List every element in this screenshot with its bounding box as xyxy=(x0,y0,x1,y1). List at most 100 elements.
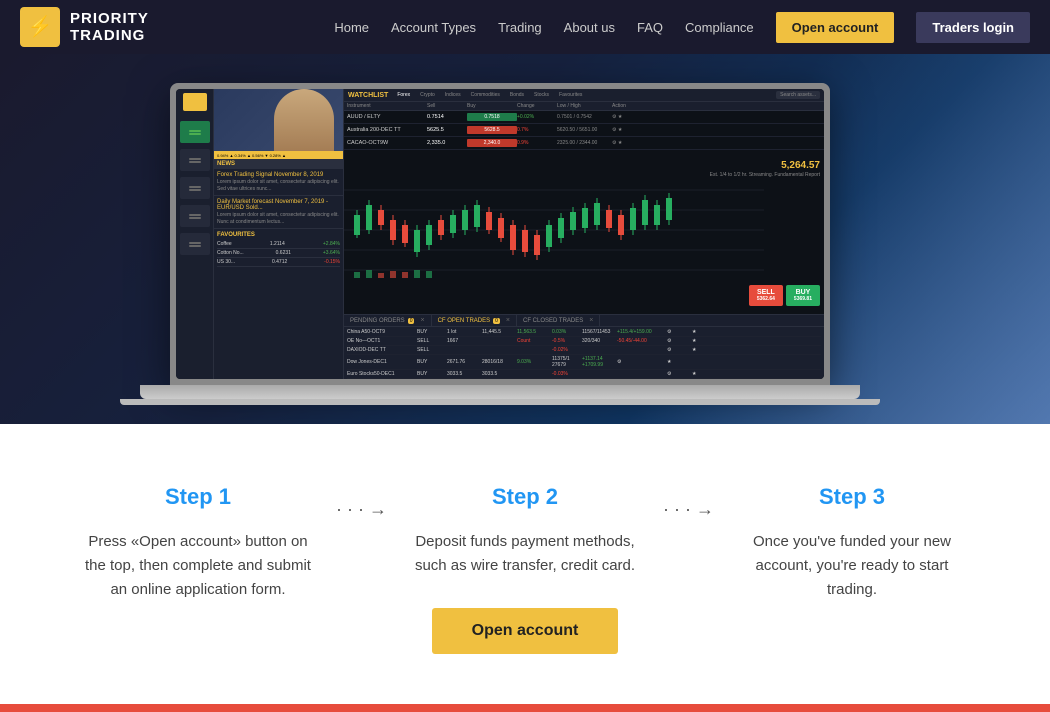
trade-row: China A50-OCT9 BUY 1 lot 11,445.5 11,563… xyxy=(347,328,821,337)
trade-row: Euro Stocks50-DEC1 BUY 3033.5 3033.5 -0.… xyxy=(347,370,821,379)
action-icons[interactable]: ⚙ ★ xyxy=(612,127,642,133)
trade-open: 28016/18 xyxy=(482,359,517,365)
open-trades-tab[interactable]: CF OPEN TRADES 0 × xyxy=(432,315,517,326)
closed-trades-tab[interactable]: CF CLOSED TRADES × xyxy=(517,315,600,326)
nav-account-types[interactable]: Account Types xyxy=(391,20,476,35)
orders-count: 0 xyxy=(408,318,415,324)
pending-orders-tab[interactable]: PENDING ORDERS 0 × xyxy=(344,315,432,326)
watchlist-search[interactable]: Search assets... xyxy=(776,91,820,99)
sell-price: 0.7514 xyxy=(427,114,467,120)
favorite-row: US 30... 0.4712 -0.15% xyxy=(217,258,340,267)
action-icons[interactable]: ⚙ ★ xyxy=(612,114,642,120)
watchlist-tabs: Forex Crypto Indices Commodities Bonds S… xyxy=(394,91,585,99)
step3-title: Step 3 xyxy=(734,484,970,510)
sidebar-dot xyxy=(189,217,201,219)
action-icons[interactable]: ⚙ ★ xyxy=(612,140,642,146)
trade-instrument: OE No—OCT1 xyxy=(347,338,417,344)
trade-type: BUY xyxy=(417,371,447,377)
sidebar-news[interactable] xyxy=(180,149,210,171)
arrow-icon-2: · · · → xyxy=(663,499,714,520)
trade-star-icon[interactable]: ★ xyxy=(692,347,717,353)
logo-area: ⚡ PRIORITY TRADING xyxy=(20,7,149,47)
trade-qty: 1 lot xyxy=(447,329,482,335)
trade-instrument: DAXIOD-DEC TT xyxy=(347,347,417,353)
trade-pnl: -0.02% xyxy=(552,347,582,353)
current-price: 5,264.57 xyxy=(781,160,820,171)
tab-favourites[interactable]: Favourites xyxy=(556,91,585,99)
logo-icon: ⚡ xyxy=(20,7,60,47)
arrow-2: · · · → xyxy=(663,484,714,580)
nav-home[interactable]: Home xyxy=(334,20,369,35)
buy-button[interactable]: BUY 5369.81 xyxy=(786,285,820,306)
tab-bonds[interactable]: Bonds xyxy=(507,91,527,99)
favorite-row: Coffee 1.2114 +2.84% xyxy=(217,240,340,249)
sidebar-dot xyxy=(189,189,201,191)
col-instrument: Instrument xyxy=(347,103,427,109)
sidebar-charts[interactable] xyxy=(180,177,210,199)
trade-qty: 3033.5 xyxy=(447,371,482,377)
close-icon[interactable]: × xyxy=(506,317,510,324)
tab-crypto[interactable]: Crypto xyxy=(417,91,438,99)
trading-platform: 0.94% ▲ 0.34% ▲ 0.56% ▼ 0.28% ▲ NEWS For… xyxy=(176,89,824,379)
nav-compliance[interactable]: Compliance xyxy=(685,20,754,35)
watchlist-row: CACAO-OCT9W 2,335.0 2,340.0 0.9% 2325.00… xyxy=(344,137,824,150)
trade-star-icon[interactable]: ★ xyxy=(692,338,717,344)
trade-close-icon[interactable]: ⚙ xyxy=(667,329,692,335)
watchlist-title: WATCHLIST xyxy=(348,92,388,99)
laptop-base-bottom xyxy=(120,399,880,405)
trades-table: China A50-OCT9 BUY 1 lot 11,445.5 11,563… xyxy=(344,327,824,379)
trades-bottom-panel: PENDING ORDERS 0 × CF OPEN TRADES 0 × xyxy=(344,314,824,379)
low-high: 2325.00 / 2344.00 xyxy=(557,140,612,146)
trade-close-icon[interactable]: ⚙ xyxy=(667,371,692,377)
platform-logo xyxy=(183,93,207,111)
col-lh: Low / High xyxy=(557,103,612,109)
tab-indices[interactable]: Indices xyxy=(442,91,464,99)
trade-star-icon[interactable]: ★ xyxy=(667,359,692,365)
trade-instrument: Euro Stocks50-DEC1 xyxy=(347,371,417,377)
trade-qty: 2671.76 xyxy=(447,359,482,365)
instrument-name: CACAO-OCT9W xyxy=(347,140,427,146)
sidebar-dot xyxy=(189,158,201,160)
trade-close-icon[interactable]: ⚙ xyxy=(617,359,667,365)
fav-name: Coffee xyxy=(217,241,232,247)
news-header-label: NEWS xyxy=(214,159,343,169)
buy-price-badge: 0.7518 xyxy=(467,113,517,121)
tab-commodities[interactable]: Commodities xyxy=(468,91,503,99)
fav-change: -0.15% xyxy=(324,259,340,265)
fav-change: +2.84% xyxy=(323,241,340,247)
buy-price-badge: 5628.5 xyxy=(467,126,517,134)
step-1: Step 1 Press «Open account» button on th… xyxy=(60,484,336,602)
sidebar-dot xyxy=(189,214,201,216)
trade-profit: -50.45/-44.00 xyxy=(617,338,667,344)
trade-close-icon[interactable]: ⚙ xyxy=(667,347,692,353)
tab-forex[interactable]: Forex xyxy=(394,91,413,99)
trade-star-icon[interactable]: ★ xyxy=(692,371,717,377)
traders-login-button[interactable]: Traders login xyxy=(916,12,1030,43)
sidebar-account[interactable] xyxy=(180,233,210,255)
step3-text: Once you've funded your new account, you… xyxy=(734,530,970,602)
open-account-bottom-button[interactable]: Open account xyxy=(432,608,619,654)
sidebar-watchlist[interactable] xyxy=(180,121,210,143)
nav-trading[interactable]: Trading xyxy=(498,20,542,35)
close-icon[interactable]: × xyxy=(420,317,424,324)
trade-pnl: -0.03% xyxy=(552,371,582,377)
trade-close-icon[interactable]: ⚙ xyxy=(667,338,692,344)
fav-value: 0.4712 xyxy=(272,259,287,265)
sell-button[interactable]: SELL 5362.64 xyxy=(749,285,783,306)
open-account-button[interactable]: Open account xyxy=(776,12,895,43)
nav-about[interactable]: About us xyxy=(564,20,615,35)
step-3: Step 3 Once you've funded your new accou… xyxy=(714,484,990,602)
laptop-base xyxy=(140,385,860,399)
sidebar-orders[interactable] xyxy=(180,205,210,227)
step2-text: Deposit funds payment methods, such as w… xyxy=(407,530,643,578)
buy-price-badge: 2,340.0 xyxy=(467,139,517,147)
nav-faq[interactable]: FAQ xyxy=(637,20,663,35)
trade-pnl: 0.03% xyxy=(552,329,582,335)
close-icon[interactable]: × xyxy=(589,317,593,324)
col-change: Change xyxy=(517,103,557,109)
news-item-text: Lorem ipsum dolor sit amet, consectetur … xyxy=(217,179,340,192)
trade-type: BUY xyxy=(417,359,447,365)
tab-stocks[interactable]: Stocks xyxy=(531,91,552,99)
trade-profit: +115.4/+159.00 xyxy=(617,329,667,335)
trade-star-icon[interactable]: ★ xyxy=(692,329,717,335)
